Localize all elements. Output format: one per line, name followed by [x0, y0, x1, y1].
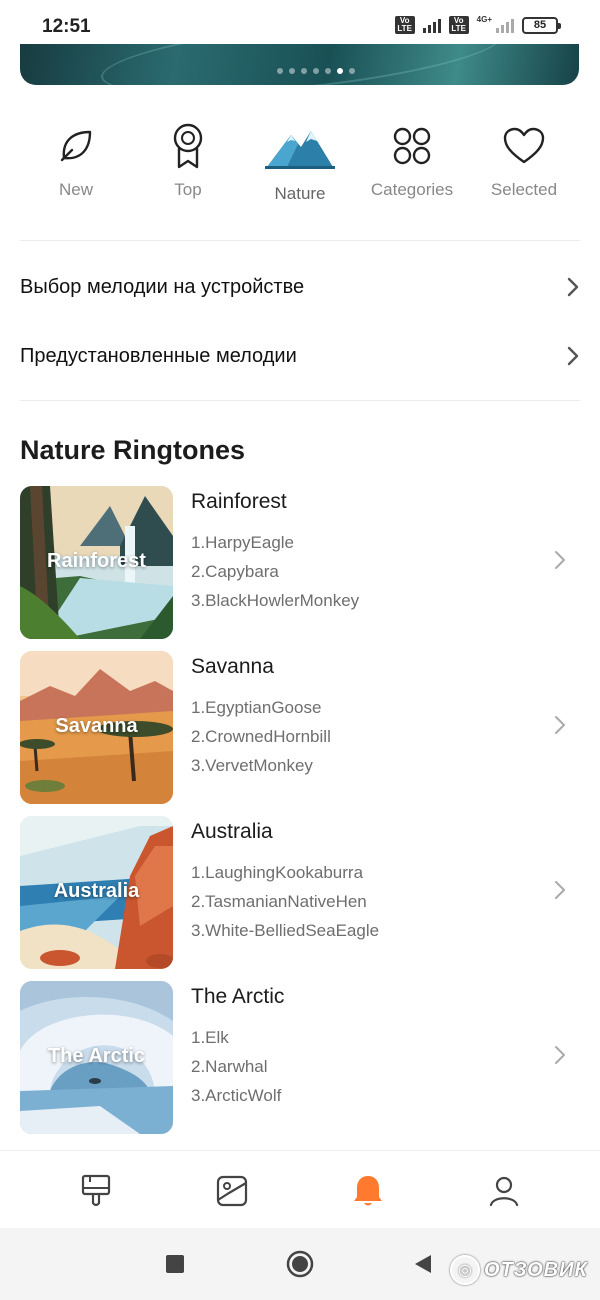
- tab-selected[interactable]: Selected: [468, 120, 580, 200]
- battery-level: 85: [533, 19, 547, 31]
- network-type: 4G+: [476, 15, 492, 24]
- device-melody-row[interactable]: Выбор мелодии на устройстве: [20, 262, 580, 312]
- tab-new[interactable]: New: [20, 120, 132, 200]
- chevron-right-icon: [555, 881, 565, 899]
- nav-profile[interactable]: [484, 1171, 524, 1211]
- chevron-right-icon: [555, 551, 565, 569]
- track-item: 1.Elk: [191, 1028, 229, 1047]
- track-item: 3.BlackHowlerMonkey: [191, 591, 360, 610]
- signal-icon: [422, 17, 441, 33]
- card-title: The Arctic: [191, 985, 285, 1008]
- track-item: 1.HarpyEagle: [191, 533, 295, 552]
- volte-icon: Vo LTE: [394, 16, 415, 34]
- track-item: 3.VervetMonkey: [191, 756, 313, 775]
- rainforest-thumbnail: Rainforest: [20, 486, 173, 639]
- tab-label: New: [58, 180, 93, 199]
- carousel-dot-active: [337, 68, 343, 74]
- watermark: ◎ ОТЗОВИК: [450, 1255, 588, 1285]
- status-bar: 12:51 Vo LTE Vo LTE 4G+ 85: [0, 0, 600, 44]
- wallpaper-icon: [216, 1175, 248, 1207]
- grid-icon: [356, 120, 468, 172]
- australia-thumbnail: Australia: [20, 816, 173, 969]
- track-item: 3.White-BelliedSeaEagle: [191, 921, 380, 940]
- ringtone-card-rainforest[interactable]: Rainforest Rainforest 1.HarpyEagle 2.Cap…: [20, 486, 580, 640]
- track-item: 3.ArcticWolf: [191, 1086, 282, 1105]
- triangle-back-icon: [415, 1255, 431, 1273]
- carousel-dot: [277, 68, 283, 74]
- home-button[interactable]: [286, 1250, 314, 1278]
- status-icons: Vo LTE Vo LTE 4G+ 85: [394, 15, 561, 34]
- carousel-dot: [325, 68, 331, 74]
- status-time: 12:51: [42, 16, 91, 37]
- category-tabs: New Top Nature Categories Selected: [20, 120, 580, 210]
- row-label: Выбор мелодии на устройстве: [20, 275, 305, 298]
- track-item: 2.Narwhal: [191, 1057, 268, 1076]
- carousel-dot: [349, 68, 355, 74]
- card-title: Australia: [191, 820, 273, 843]
- card-title: Rainforest: [191, 490, 287, 513]
- award-icon: [132, 120, 244, 172]
- tab-label: Nature: [274, 184, 326, 203]
- bottom-nav: [0, 1150, 600, 1228]
- divider: [20, 400, 580, 401]
- tab-label: Top: [174, 180, 202, 199]
- chevron-right-icon: [555, 1046, 565, 1064]
- bell-icon: [354, 1176, 382, 1206]
- promo-banner[interactable]: [20, 44, 579, 85]
- battery-icon: 85: [522, 16, 561, 34]
- preset-melodies-row[interactable]: Предустановленные мелодии: [20, 331, 580, 381]
- ringtone-card-arctic[interactable]: The Arctic The Arctic 1.Elk 2.Narwhal 3.…: [20, 981, 580, 1135]
- thumb-label: Rainforest: [47, 550, 146, 572]
- thumb-label: The Arctic: [47, 1045, 146, 1067]
- card-title: Savanna: [191, 655, 274, 678]
- tab-categories[interactable]: Categories: [356, 120, 468, 200]
- otzovik-logo-icon: ◎: [450, 1255, 480, 1285]
- track-item: 2.CrownedHornbill: [191, 727, 331, 746]
- tab-top[interactable]: Top: [132, 120, 244, 200]
- signal-icon: [496, 17, 514, 33]
- heart-icon: [468, 120, 580, 172]
- chevron-right-icon: [567, 277, 579, 297]
- thumb-label: Australia: [53, 880, 140, 902]
- volte-icon: Vo LTE: [448, 16, 469, 34]
- chevron-right-icon: [567, 346, 579, 366]
- square-icon: [166, 1255, 184, 1273]
- carousel-dot: [313, 68, 319, 74]
- track-item: 1.EgyptianGoose: [191, 698, 322, 717]
- circle-icon: [286, 1250, 314, 1278]
- watermark-text: ОТЗОВИК: [484, 1258, 588, 1281]
- carousel-dot: [301, 68, 307, 74]
- ringtone-card-savanna[interactable]: Savanna Savanna 1.EgyptianGoose 2.Crowne…: [20, 651, 580, 805]
- nav-themes[interactable]: [76, 1171, 116, 1211]
- row-label: Предустановленные мелодии: [20, 344, 297, 367]
- track-item: 2.Capybara: [191, 562, 279, 581]
- carousel-dot: [289, 68, 295, 74]
- recents-button[interactable]: [165, 1254, 185, 1274]
- divider: [20, 240, 580, 241]
- back-button[interactable]: [412, 1252, 434, 1276]
- carousel-dots: [277, 68, 355, 74]
- track-item: 2.TasmanianNativeHen: [191, 892, 367, 911]
- section-title: Nature Ringtones: [20, 435, 246, 465]
- tab-nature[interactable]: Nature: [244, 120, 356, 204]
- leaf-icon: [20, 120, 132, 172]
- mountain-icon: [244, 120, 356, 172]
- chevron-right-icon: [555, 716, 565, 734]
- nav-ringtones[interactable]: [348, 1171, 388, 1211]
- brush-icon: [81, 1174, 111, 1207]
- profile-icon: [489, 1176, 519, 1207]
- savanna-thumbnail: Savanna: [20, 651, 173, 804]
- thumb-label: Savanna: [55, 715, 138, 737]
- track-item: 1.LaughingKookaburra: [191, 863, 364, 882]
- nav-wallpapers[interactable]: [212, 1171, 252, 1211]
- tab-label: Categories: [370, 180, 454, 199]
- arctic-thumbnail: The Arctic: [20, 981, 173, 1134]
- ringtone-card-australia[interactable]: Australia Australia 1.LaughingKookaburra…: [20, 816, 580, 970]
- tab-label: Selected: [490, 180, 558, 199]
